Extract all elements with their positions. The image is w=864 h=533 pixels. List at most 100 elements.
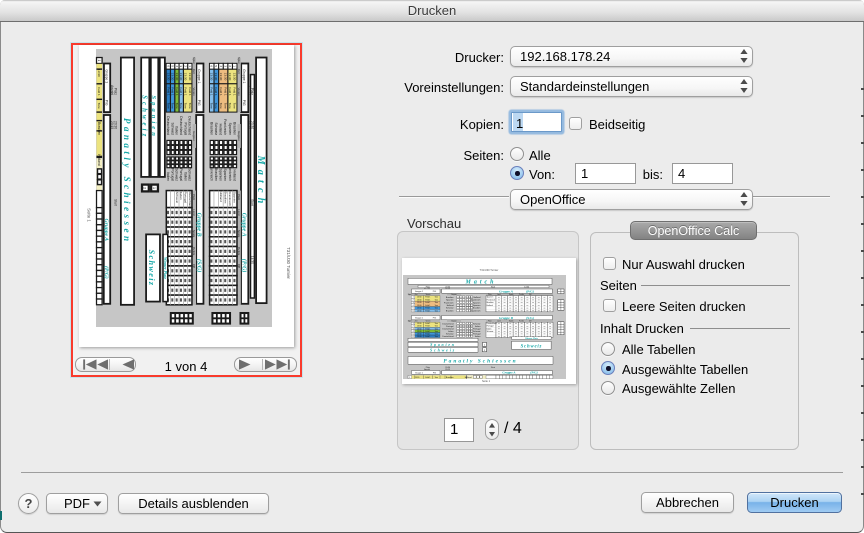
svg-text:Italien: Italien	[448, 330, 453, 333]
svg-text:2: 2	[228, 65, 232, 67]
svg-text:P/G: P/G	[242, 100, 246, 106]
svg-text:(P/G): (P/G)	[526, 290, 534, 294]
svg-text:Deutschland: Deutschland	[188, 192, 192, 209]
svg-text:Tore: Tore	[166, 103, 170, 109]
svg-text:1: 1	[409, 377, 410, 379]
svg-text:Feld 1: Feld 1	[184, 87, 188, 96]
svg-text:3: 3	[223, 65, 227, 67]
svg-text:Frankreich: Frankreich	[209, 165, 213, 181]
svg-text:Gegner: Gegner	[237, 131, 241, 141]
svg-text:13:30: 13:30	[175, 73, 179, 81]
svg-text:14:30: 14:30	[524, 286, 529, 288]
svg-text:Portugal: Portugal	[487, 325, 494, 328]
svg-text:Portugal: Portugal	[170, 168, 174, 181]
svg-text:Gruppe A: Gruppe A	[240, 213, 246, 237]
svg-text:Brasilien: Brasilien	[446, 310, 454, 312]
svg-text:Tore: Tore	[97, 103, 101, 109]
svg-text:Spanien: Spanien	[430, 343, 455, 347]
svg-text:13:30: 13:30	[219, 73, 223, 81]
svg-text:Spanien: Spanien	[228, 123, 232, 136]
svg-text:Deutschland: Deutschland	[166, 116, 170, 135]
svg-text:P/G: P/G	[104, 100, 108, 106]
svg-text:Tore: Tore	[179, 103, 183, 109]
svg-text:Deutschland: Deutschland	[442, 327, 453, 330]
svg-text:5: 5	[214, 65, 218, 67]
svg-text:Feld 1: Feld 1	[219, 87, 223, 96]
svg-text:Italien: Italien	[179, 192, 183, 200]
svg-text:Deutschland: Deutschland	[442, 322, 453, 325]
svg-text:Holland: Holland	[447, 305, 454, 307]
svg-text:13:30: 13:30	[417, 305, 422, 307]
svg-text:13:30: 13:30	[184, 73, 188, 81]
svg-text:Tore: Tore	[434, 299, 438, 301]
svg-text:Spiel: Spiel	[192, 57, 196, 64]
svg-text:Frankreich: Frankreich	[487, 299, 496, 301]
svg-text:Seite 1: Seite 1	[87, 208, 92, 222]
svg-text:Verein: Verein	[192, 88, 196, 97]
svg-text:Brasilien: Brasilien	[223, 192, 227, 204]
svg-text:20:30: 20:30	[114, 121, 118, 129]
svg-text:13:30: 13:30	[417, 308, 422, 310]
svg-text:Verein: Verein	[426, 320, 431, 323]
svg-text:Spanien: Spanien	[446, 300, 453, 302]
svg-text:Schweiz: Schweiz	[487, 331, 494, 333]
svg-text:Seite 1: Seite 1	[482, 379, 491, 383]
svg-text:Italien: Italien	[183, 172, 187, 181]
svg-text:13:30: 13:30	[171, 73, 175, 81]
svg-text:T31/U30 Turnier: T31/U30 Turnier	[480, 268, 499, 272]
svg-text:Italien: Italien	[166, 172, 170, 181]
svg-text:Tore: Tore	[210, 103, 214, 109]
svg-text:Frankreich: Frankreich	[223, 119, 227, 135]
svg-text:Panatly Schiessen: Panatly Schiessen	[443, 358, 517, 364]
svg-text:Tore: Tore	[233, 103, 237, 109]
svg-text:Feld 1: Feld 1	[175, 87, 179, 96]
svg-text:13:30: 13:30	[233, 73, 237, 81]
svg-text:13:30: 13:30	[223, 73, 227, 81]
svg-text:13:30: 13:30	[179, 73, 183, 81]
svg-text:Tore: Tore	[434, 310, 438, 312]
svg-text:Gruppe B: Gruppe B	[499, 316, 514, 320]
svg-text:6: 6	[413, 310, 414, 312]
svg-text:Schweiz: Schweiz	[214, 123, 218, 136]
svg-text:Start: Start	[491, 285, 495, 288]
svg-text:Spanien: Spanien	[233, 192, 237, 204]
svg-text:6: 6	[413, 336, 414, 338]
svg-text:Holland: Holland	[219, 192, 223, 203]
svg-text:Tore: Tore	[434, 377, 438, 379]
svg-text:Winner Platz: Winner Platz	[163, 257, 168, 279]
svg-text:Frankreich: Frankreich	[471, 300, 480, 302]
svg-text:13:30: 13:30	[417, 310, 422, 312]
svg-text:Start: Start	[491, 366, 495, 369]
svg-text:Brasilien: Brasilien	[473, 308, 481, 310]
svg-text:Tore: Tore	[228, 103, 232, 109]
svg-text:Spanien: Spanien	[219, 169, 223, 182]
svg-text:Holland: Holland	[97, 154, 101, 166]
svg-text:Brasilien: Brasilien	[487, 302, 494, 304]
svg-text:1: 1	[233, 65, 237, 67]
svg-text:Platz: Platz	[114, 88, 118, 96]
svg-text:(S/G): (S/G)	[526, 316, 534, 320]
svg-text:Feld 1: Feld 1	[425, 297, 430, 299]
svg-text:13:30: 13:30	[166, 73, 170, 81]
svg-text:Gruppe 1: Gruppe 1	[104, 70, 108, 84]
svg-text:Brasilien: Brasilien	[446, 377, 454, 379]
svg-text:Portugal: Portugal	[179, 168, 183, 181]
svg-text:Frankreich: Frankreich	[228, 192, 232, 207]
svg-text:Feld 1: Feld 1	[210, 87, 214, 96]
svg-text:1: 1	[97, 60, 101, 62]
svg-text:Tore: Tore	[184, 103, 188, 109]
svg-text:Spiel: Spiel	[237, 57, 241, 64]
svg-text:(P/G): (P/G)	[240, 259, 247, 273]
svg-text:Gruppe 1: Gruppe 1	[242, 69, 246, 83]
svg-text:Brasilien: Brasilien	[446, 297, 454, 299]
svg-text:Feld 1: Feld 1	[425, 299, 430, 301]
svg-text:Gegner: Gegner	[192, 131, 196, 141]
svg-text:6: 6	[210, 65, 214, 67]
svg-text:Schweiz: Schweiz	[175, 168, 179, 181]
svg-text:Schweiz: Schweiz	[521, 345, 543, 350]
svg-text:Feld 1: Feld 1	[425, 302, 430, 304]
svg-text:13:30: 13:30	[188, 73, 192, 81]
svg-text:Portugal: Portugal	[446, 325, 454, 328]
svg-text:Italien: Italien	[487, 327, 492, 330]
svg-text:Tore: Tore	[434, 302, 438, 304]
